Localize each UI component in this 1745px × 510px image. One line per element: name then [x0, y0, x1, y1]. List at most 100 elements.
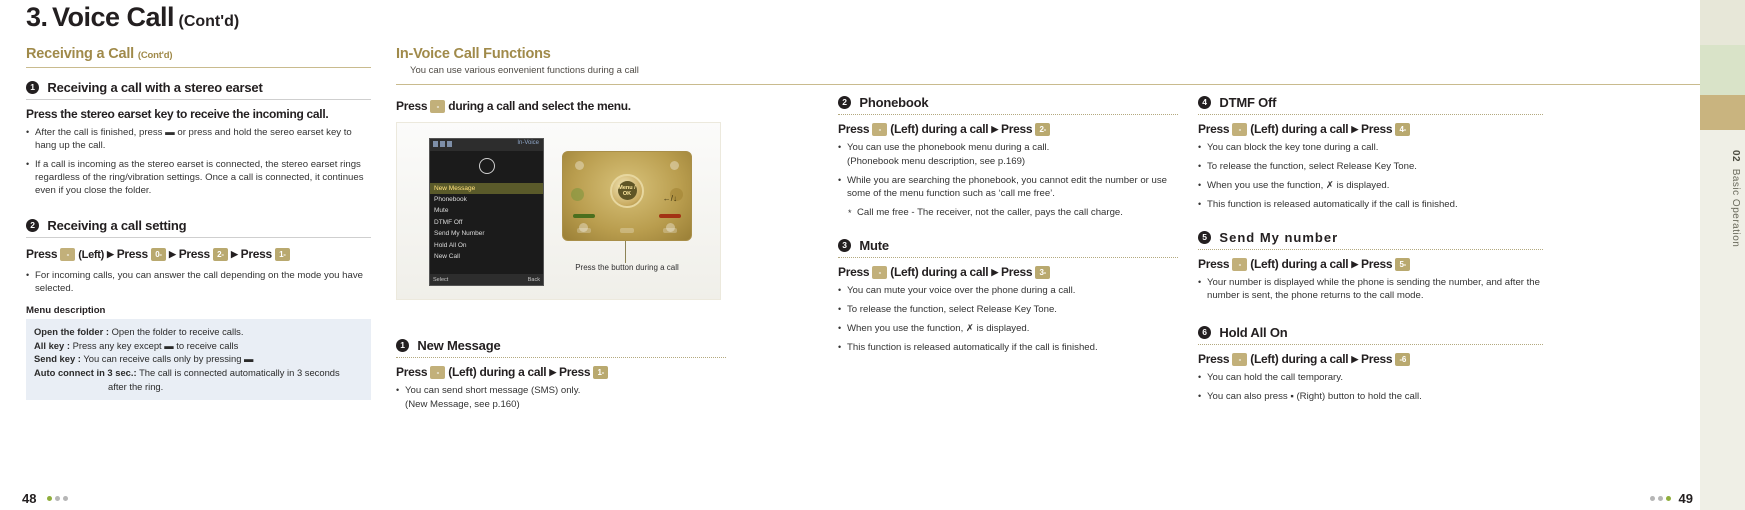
item-heading-send-my-number: 5 Send My number	[1198, 230, 1543, 245]
column-new-message: 1 New Message Press - (Left) during a ca…	[396, 338, 726, 412]
key-menu-sn: -	[1232, 257, 1248, 271]
divider-dot-mute	[838, 256, 1178, 258]
keypad-back-arrow-icon: ←/↓	[662, 194, 677, 203]
nm-left-label: (Left) during a call	[448, 365, 547, 379]
menu-term-0: Open the folder :	[34, 326, 109, 338]
divider-gold-2	[396, 84, 1726, 85]
keypad-dot-top-left	[575, 161, 584, 170]
keypad-ok-label: Menu / OK	[617, 181, 637, 201]
hold-bullet-1: You can also press ▪ (Right) button to h…	[1198, 390, 1543, 404]
mt-press-2: Press	[1001, 264, 1033, 279]
lcd-menu-item-6: New Call	[434, 253, 461, 261]
mute-bullet-2: When you use the function, ✗ is displaye…	[838, 322, 1178, 336]
arrow-icon-hd: ▶	[1351, 353, 1358, 364]
badge-send-my-number: 5	[1198, 230, 1211, 244]
key-menu-1: -	[60, 247, 76, 261]
key-1-nm: 1-	[593, 366, 609, 379]
dt-left-label: (Left) during a call	[1250, 122, 1349, 136]
section-title-text: Receiving a Call	[26, 46, 135, 62]
key-0: 0-	[150, 247, 166, 261]
folio-right-number: 49	[1678, 491, 1693, 506]
column-in-voice-call-functions: In-Voice Call Functions You can use vari…	[396, 46, 1726, 113]
key-5-sn: 5-	[1395, 257, 1411, 271]
key-3-mt: 3-	[1035, 265, 1051, 279]
section-title-receiving-a-call: Receiving a Call (Cont'd)	[26, 46, 371, 62]
item-heading-receiving-stereo-earset: 1 Receiving a call with a stereo earset	[26, 80, 371, 95]
dt-press-1: Press	[1198, 122, 1230, 136]
arrow-icon-nm: ▶	[549, 367, 556, 377]
divider-thin-1	[26, 99, 371, 100]
item-heading-mute: 3 Mute	[838, 238, 1178, 253]
press-label-2: Press	[116, 246, 149, 261]
keypad-side-key-left	[571, 188, 584, 201]
column-receiving-a-call: Receiving a Call (Cont'd) 1 Receiving a …	[26, 46, 371, 401]
section-subnote-in-voice: You can use various eonvenient functions…	[410, 65, 639, 76]
menu-desc-2: You can receive calls only by pressing ▬	[83, 353, 254, 365]
press-label-1: Press	[26, 246, 58, 261]
invoice-press-post: during a call and select the menu.	[448, 99, 631, 113]
section-title-in-voice: In-Voice Call Functions	[396, 46, 551, 62]
keypad-dot-top-right	[670, 161, 679, 170]
edge-band-3	[1700, 95, 1745, 130]
hd-press-1: Press	[1198, 351, 1230, 366]
menu-desc-3: The call is connected automatically in 3…	[139, 367, 340, 379]
lcd-softkey-left: Select	[433, 276, 449, 283]
invoice-press-pre: Press	[396, 99, 428, 113]
invoice-press-menu-line: Press - during a call and select the men…	[396, 99, 726, 113]
keypad-bottom-row	[563, 224, 691, 236]
menu-row-0: Open the folder : Open the folder to rec…	[34, 325, 363, 339]
new-message-press-sequence: Press - (Left) during a call ▶ Press 1-	[396, 365, 726, 379]
dt-press-2: Press	[1361, 122, 1393, 136]
phone-illustration: In-Voice New Message Phonebook Mute DTMF…	[396, 122, 721, 300]
lcd-menu-item-3: DTMF Off	[434, 218, 463, 226]
key-1: 1-	[274, 247, 290, 261]
divider-dot-send	[1198, 248, 1543, 250]
item1-bold-instruction: Press the stereo earset key to receive t…	[26, 107, 329, 121]
press-label-3: Press	[178, 246, 211, 261]
badge-dtmf: 4	[1198, 96, 1211, 109]
badge-1: 1	[26, 81, 39, 94]
edge-tab-label: 02 Basic Operation	[1701, 150, 1741, 247]
item-heading-new-message: 1 New Message	[396, 338, 726, 353]
lcd-signal-icons	[433, 141, 452, 147]
phonebook-bullet-0: You can use the phonebook menu during a …	[838, 141, 1178, 155]
key-2: 2-	[212, 247, 228, 261]
left-label-1: (Left)	[78, 248, 104, 261]
lcd-menu-item-1: Phonebook	[434, 195, 467, 203]
menu-desc-4: after the ring.	[108, 380, 164, 392]
menu-row-2: Send key : You can receive calls only by…	[34, 352, 363, 366]
press-label-4: Press	[240, 246, 273, 261]
divider-gold	[26, 67, 371, 68]
menu-row-4: after the ring.	[34, 380, 363, 394]
badge-mute: 3	[838, 238, 851, 252]
edge-tab-number: 02	[1730, 150, 1741, 163]
page-title: 3. Voice Call (Cont'd)	[26, 2, 239, 33]
sn-left-label: (Left) during a call	[1250, 256, 1349, 271]
hold-press-sequence: Press - (Left) during a call ▶ Press -6	[1198, 352, 1543, 366]
key-6-hd: -6	[1395, 352, 1411, 366]
key-menu-hd: -	[1232, 352, 1248, 366]
lcd-title-text: In-Voice	[517, 140, 539, 146]
pb-press-2: Press	[1001, 122, 1033, 136]
callout-leader-line	[625, 241, 626, 263]
arrow-icon-3: ▶	[230, 248, 238, 259]
new-message-heading-text: New Message	[417, 338, 501, 353]
phone-lcd-screen: In-Voice New Message Phonebook Mute DTMF…	[429, 138, 544, 286]
menu-row-3: Auto connect in 3 sec.: The call is conn…	[34, 366, 363, 380]
edge-tab-title: Basic Operation	[1730, 168, 1741, 248]
phonebook-press-sequence: Press - (Left) during a call ▶ Press 2-	[838, 122, 1178, 136]
menu-term-1: All key :	[34, 339, 70, 351]
chapter-title: Voice Call	[51, 2, 175, 32]
key-menu-mt: -	[872, 265, 888, 279]
column-dtmf-send-hold: 4 DTMF Off Press - (Left) during a call …	[1198, 95, 1543, 404]
item-heading-phonebook: 2 Phonebook	[838, 95, 1178, 110]
menu-term-3: Auto connect in 3 sec.:	[34, 367, 137, 379]
lcd-logo	[430, 151, 543, 181]
lcd-softkey-right: Back	[527, 276, 540, 283]
phone-caption: Press the button during a call	[575, 263, 679, 272]
mute-bullet-1: To release the function, select Release …	[838, 303, 1178, 317]
pb-press-1: Press	[838, 122, 870, 136]
folio-left-number: 48	[22, 491, 37, 506]
item1-bullet-1: If a call is incoming as the stereo ears…	[26, 158, 371, 198]
mute-bullet-0: You can mute your voice over the phone d…	[838, 284, 1178, 298]
